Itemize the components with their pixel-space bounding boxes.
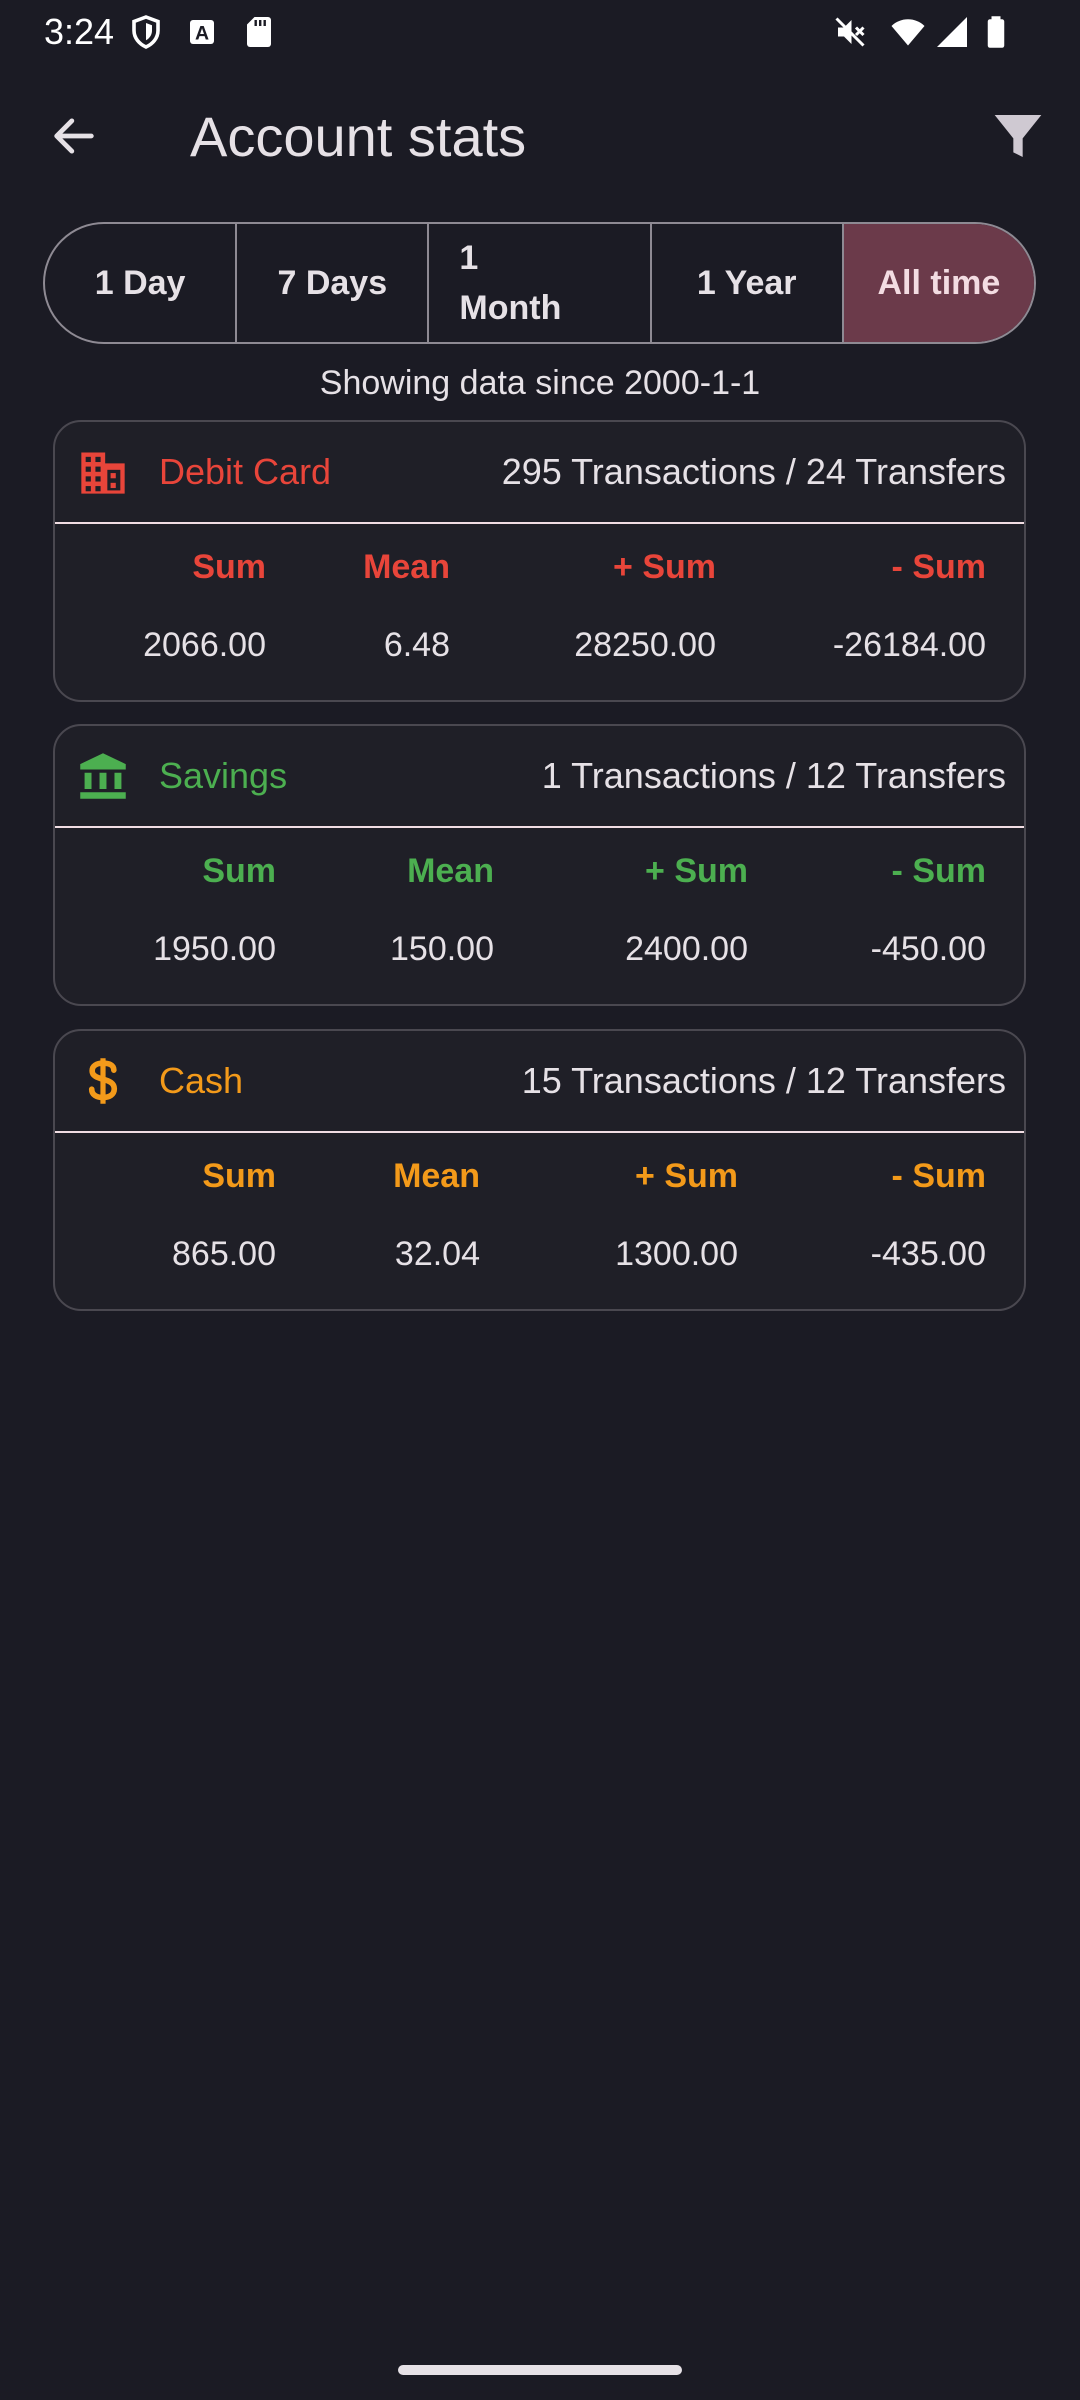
stat-header: Sum: [202, 1157, 276, 1195]
bank-icon: [80, 753, 126, 799]
stat-header: - Sum: [891, 852, 986, 890]
transaction-counts: 15 Transactions / 12 Transfers: [521, 1060, 1006, 1101]
battery-icon: [987, 16, 1005, 48]
stat-header: + Sum: [645, 852, 748, 890]
stat-mean: Mean 6.48: [363, 542, 450, 670]
range-option-1-month[interactable]: 1 Month: [429, 224, 652, 342]
stat-value: -450.00: [870, 930, 986, 968]
stat-header: Mean: [407, 852, 494, 890]
stat-minus-sum: - Sum -435.00: [871, 1151, 986, 1279]
svg-text:A: A: [195, 23, 209, 45]
stat-value: 1300.00: [615, 1235, 738, 1273]
page-title: Account stats: [190, 105, 527, 168]
stat-mean: Mean 32.04: [393, 1151, 480, 1279]
home-indicator[interactable]: [398, 2365, 682, 2375]
stat-header: - Sum: [891, 548, 986, 586]
wifi-icon: [891, 19, 925, 46]
stat-value: 32.04: [394, 1235, 480, 1273]
account-name: Debit Card: [159, 451, 332, 492]
app-bar: Account stats: [0, 84, 1080, 188]
stat-sum: Sum 865.00: [172, 1151, 276, 1279]
stat-value: 150.00: [390, 930, 494, 968]
stat-mean: Mean 150.00: [390, 846, 494, 974]
stat-value: 6.48: [383, 626, 450, 664]
stat-value: 2400.00: [625, 930, 748, 968]
sd-card-icon: [247, 17, 271, 47]
stat-sum: Sum 1950.00: [153, 846, 276, 974]
stat-header: + Sum: [635, 1157, 738, 1195]
stat-header: Mean: [393, 1157, 480, 1195]
card-header: Cash 15 Transactions / 12 Transfers: [55, 1031, 1024, 1133]
stat-value: 865.00: [172, 1235, 276, 1273]
shield-icon: [132, 15, 160, 49]
stat-value: -435.00: [870, 1235, 986, 1273]
stat-header: Sum: [202, 852, 276, 890]
range-option-7-days[interactable]: 7 Days: [237, 224, 430, 342]
dollar-icon: [88, 1058, 118, 1104]
range-option-1-year[interactable]: 1 Year: [652, 224, 844, 342]
a-badge-icon: A: [190, 20, 214, 45]
stat-value: 2066.00: [143, 626, 266, 664]
account-card-savings[interactable]: Savings 1 Transactions / 12 Transfers Su…: [53, 724, 1026, 1006]
filter-button[interactable]: [978, 104, 1058, 168]
back-button[interactable]: [32, 104, 116, 168]
card-header: Debit Card 295 Transactions / 24 Transfe…: [55, 422, 1024, 524]
range-option-1-day[interactable]: 1 Day: [45, 224, 238, 342]
range-selector: 1 Day 7 Days 1 Month 1 Year All time: [43, 222, 1036, 344]
filter-icon: [994, 115, 1042, 157]
building-icon: [81, 452, 125, 494]
stat-header: Sum: [192, 548, 266, 586]
signal-icon: [937, 17, 967, 47]
stat-sum: Sum 2066.00: [143, 542, 266, 670]
stat-minus-sum: - Sum -26184.00: [833, 542, 986, 670]
mute-icon: [835, 17, 865, 47]
stat-header: - Sum: [891, 1157, 986, 1195]
transaction-counts: 1 Transactions / 12 Transfers: [541, 755, 1006, 796]
transaction-counts: 295 Transactions / 24 Transfers: [501, 451, 1006, 492]
stat-plus-sum: + Sum 2400.00: [625, 846, 748, 974]
stat-plus-sum: + Sum 28250.00: [574, 542, 716, 670]
status-time: 3:24: [44, 11, 115, 52]
stat-value: 1950.00: [153, 930, 276, 968]
stat-plus-sum: + Sum 1300.00: [615, 1151, 738, 1279]
range-caption: Showing data since 2000-1-1: [319, 364, 761, 402]
account-name: Cash: [159, 1060, 244, 1101]
stat-header: + Sum: [613, 548, 716, 586]
status-bar: 3:24 A: [0, 0, 1080, 64]
account-name: Savings: [159, 755, 288, 796]
stat-value: -26184.00: [832, 626, 986, 664]
stat-header: Mean: [363, 548, 450, 586]
account-card-cash[interactable]: Cash 15 Transactions / 12 Transfers Sum …: [53, 1029, 1026, 1311]
stat-minus-sum: - Sum -450.00: [871, 846, 986, 974]
arrow-back-icon: [54, 118, 94, 154]
account-card-debit-card[interactable]: Debit Card 295 Transactions / 24 Transfe…: [53, 420, 1026, 702]
range-option-all-time[interactable]: All time: [843, 224, 1034, 342]
card-header: Savings 1 Transactions / 12 Transfers: [55, 726, 1024, 828]
stat-value: 28250.00: [574, 626, 716, 664]
